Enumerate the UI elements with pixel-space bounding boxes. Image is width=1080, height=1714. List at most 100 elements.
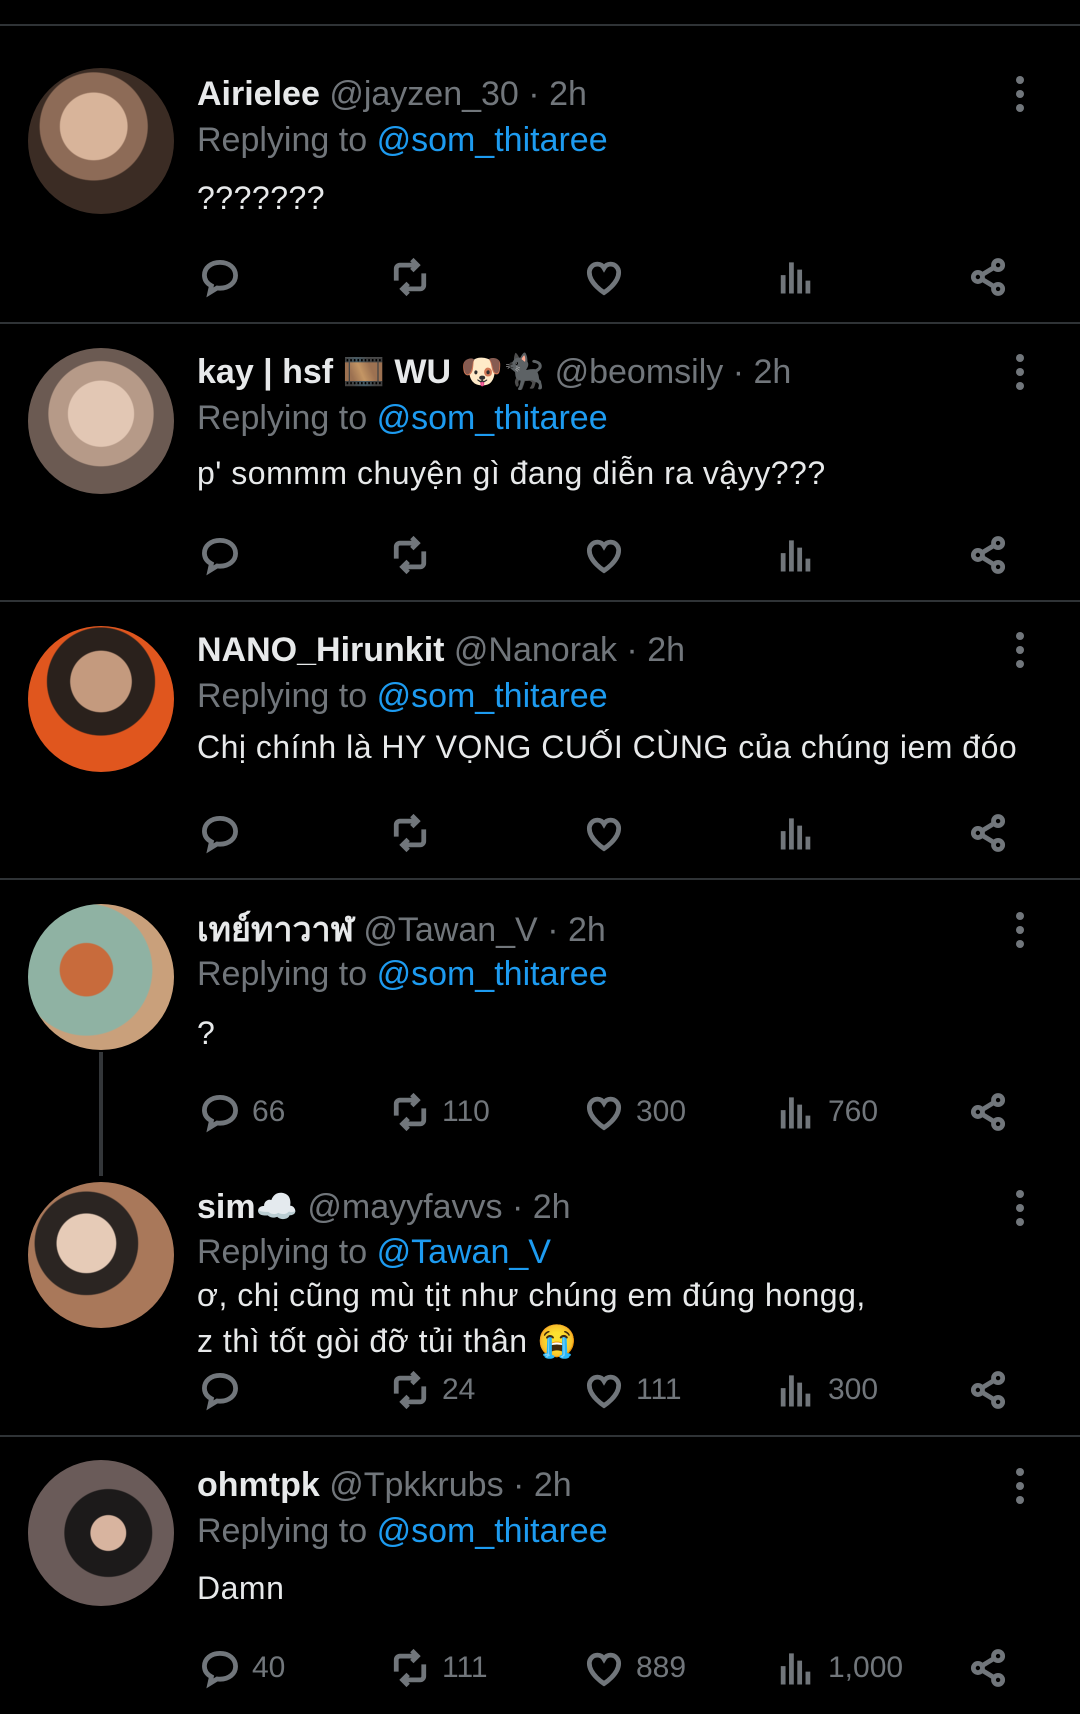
views-button[interactable]: 1,000 [774,1643,903,1693]
mention-link[interactable]: @som_thitaree [377,677,608,715]
views-button[interactable] [774,252,828,302]
username[interactable]: @Tpkkrubs [329,1466,503,1504]
like-button[interactable]: 111 [582,1365,682,1415]
retweet-button[interactable] [388,252,442,302]
avatar[interactable] [28,348,174,494]
reply-button[interactable] [198,1365,252,1415]
display-name[interactable]: Airielee [197,75,320,113]
username[interactable]: @Tawan_V [363,911,537,949]
reply-button[interactable]: 66 [198,1087,285,1137]
avatar[interactable] [28,904,174,1050]
share-icon [966,811,1010,855]
views-button[interactable]: 300 [774,1365,878,1415]
like-button[interactable]: 889 [582,1643,686,1693]
retweet-button[interactable] [388,808,442,858]
retweet-icon [388,811,432,855]
avatar[interactable] [28,1182,174,1328]
display-name[interactable]: kay | hsf 🎞️ WU 🐶🐈‍⬛ [197,353,545,391]
more-icon[interactable] [1010,76,1030,116]
timestamp[interactable]: 2h [753,353,791,391]
username[interactable]: @Nanorak [454,631,617,669]
more-icon[interactable] [1010,632,1030,672]
views-button[interactable] [774,530,828,580]
reply-button[interactable] [198,808,252,858]
separator-dot: · [626,631,648,669]
mention-link[interactable]: @som_thitaree [377,121,608,159]
display-name[interactable]: sim☁️ [197,1188,298,1226]
views-count: 1,000 [828,1651,904,1684]
separator-dot: · [528,75,550,113]
replying-to: Replying to @som_thitaree [197,1509,608,1553]
tweet-header: NANO_Hirunkit @Nanorak · 2h [197,628,685,672]
mention-link[interactable]: @som_thitaree [377,955,608,993]
action-bar [0,530,1080,580]
mention-link[interactable]: @Tawan_V [377,1233,551,1271]
timestamp[interactable]: 2h [534,1466,572,1504]
reply-count: 40 [252,1651,286,1684]
reply-icon [198,533,242,577]
action-bar: 66 110 300 760 [0,1087,1080,1137]
share-button[interactable] [966,530,1010,580]
timestamp[interactable]: 2h [568,911,606,949]
reply-button[interactable]: 40 [198,1643,285,1693]
like-icon [582,533,626,577]
username[interactable]: @jayzen_30 [329,75,519,113]
retweet-count: 110 [442,1095,490,1128]
reply-icon [198,1646,242,1690]
retweet-button[interactable]: 111 [388,1643,488,1693]
share-icon [966,1646,1010,1690]
share-icon [966,255,1010,299]
avatar[interactable] [28,626,174,772]
replying-label: Replying to [197,121,368,159]
replying-label: Replying to [197,677,368,715]
reply-button[interactable] [198,530,252,580]
retweet-button[interactable]: 110 [388,1087,490,1137]
top-divider [0,24,1080,26]
display-name[interactable]: เทย์ทาวาฬ [197,911,354,949]
avatar[interactable] [28,1460,174,1606]
retweet-icon [388,255,432,299]
reply-button[interactable] [198,252,252,302]
more-icon[interactable] [1010,354,1030,394]
timestamp[interactable]: 2h [549,75,587,113]
share-button[interactable] [966,808,1010,858]
share-button[interactable] [966,252,1010,302]
like-button[interactable] [582,252,636,302]
views-icon [774,255,818,299]
display-name[interactable]: NANO_Hirunkit [197,631,444,669]
replying-to: Replying to @som_thitaree [197,396,608,440]
share-button[interactable] [966,1643,1010,1693]
avatar[interactable] [28,68,174,214]
mention-link[interactable]: @som_thitaree [377,1512,608,1550]
views-button[interactable]: 760 [774,1087,878,1137]
tweet-text: Chị chính là HY VỌNG CUỐI CÙNG của chúng… [197,729,1018,765]
retweet-button[interactable]: 24 [388,1365,475,1415]
retweet-icon [388,1090,432,1134]
action-bar: 40 111 889 1,000 [0,1643,1080,1693]
reply-icon [198,1090,242,1134]
share-button[interactable] [966,1365,1010,1415]
mention-link[interactable]: @som_thitaree [377,399,608,437]
reply-count: 66 [252,1095,286,1128]
timestamp[interactable]: 2h [533,1188,571,1226]
more-icon[interactable] [1010,1190,1030,1230]
tweet-text: ??????? [197,180,326,216]
views-icon [774,1368,818,1412]
action-bar [0,252,1080,302]
share-icon [966,1368,1010,1412]
more-icon[interactable] [1010,1468,1030,1508]
display-name[interactable]: ohmtpk [197,1466,320,1504]
like-button[interactable]: 300 [582,1087,686,1137]
like-icon [582,1368,626,1412]
tweet-text: ? [197,1015,216,1051]
share-button[interactable] [966,1087,1010,1137]
username[interactable]: @beomsily [555,353,724,391]
tweet-header: kay | hsf 🎞️ WU 🐶🐈‍⬛ @beomsily · 2h [197,350,791,394]
like-button[interactable] [582,530,636,580]
more-icon[interactable] [1010,912,1030,952]
username[interactable]: @mayyfavvs [307,1188,502,1226]
views-button[interactable] [774,808,828,858]
retweet-button[interactable] [388,530,442,580]
timestamp[interactable]: 2h [647,631,685,669]
like-button[interactable] [582,808,636,858]
